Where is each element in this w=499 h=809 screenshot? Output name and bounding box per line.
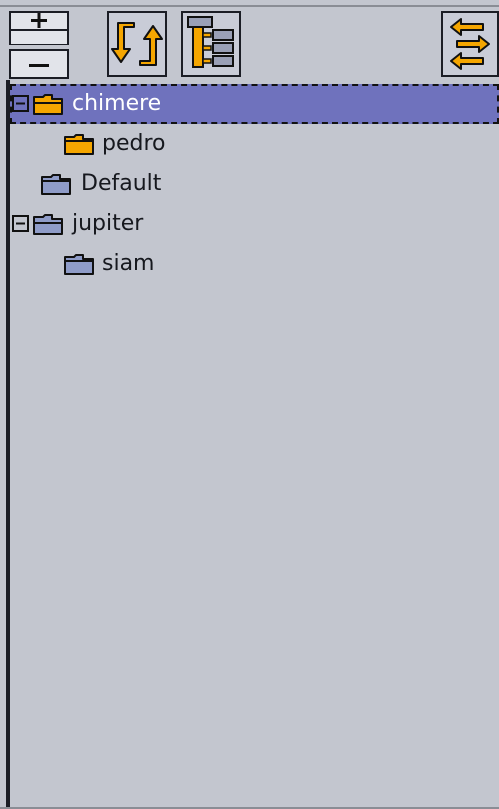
- tree-browser-window: chimere pedro Default jupiter siam: [0, 0, 499, 809]
- toolbar-top-divider: [0, 5, 499, 7]
- collapse-button[interactable]: [441, 11, 499, 77]
- swap-button[interactable]: [107, 11, 167, 77]
- tree-item-label: pedro: [102, 131, 166, 156]
- tree-row-chimere[interactable]: chimere: [10, 84, 499, 124]
- folder-tree: chimere pedro Default jupiter siam: [6, 80, 499, 809]
- plus-icon: [11, 13, 67, 31]
- zoom-in-button[interactable]: [9, 11, 69, 45]
- toolbar: [0, 0, 499, 80]
- tree-item-label: chimere: [72, 91, 162, 116]
- folder-icon: [64, 254, 94, 275]
- swap-arrows-icon: [111, 22, 163, 66]
- zoom-out-button[interactable]: [9, 49, 69, 79]
- zoom-controls: [9, 11, 71, 79]
- collapse-expander-icon[interactable]: [12, 95, 29, 112]
- collapse-arrows-icon: [450, 18, 490, 70]
- open-folder-icon: [33, 214, 63, 235]
- folder-icon: [41, 174, 71, 195]
- collapse-expander-icon[interactable]: [12, 215, 29, 232]
- tree-item-label: Default: [81, 171, 162, 196]
- tree-item-label: jupiter: [72, 211, 144, 236]
- open-folder-icon: [33, 94, 63, 115]
- tree-view-icon: [187, 16, 234, 68]
- folder-icon: [64, 134, 94, 155]
- tree-item-label: siam: [102, 251, 155, 276]
- minus-icon: [29, 64, 49, 67]
- tree-view-button[interactable]: [181, 11, 241, 77]
